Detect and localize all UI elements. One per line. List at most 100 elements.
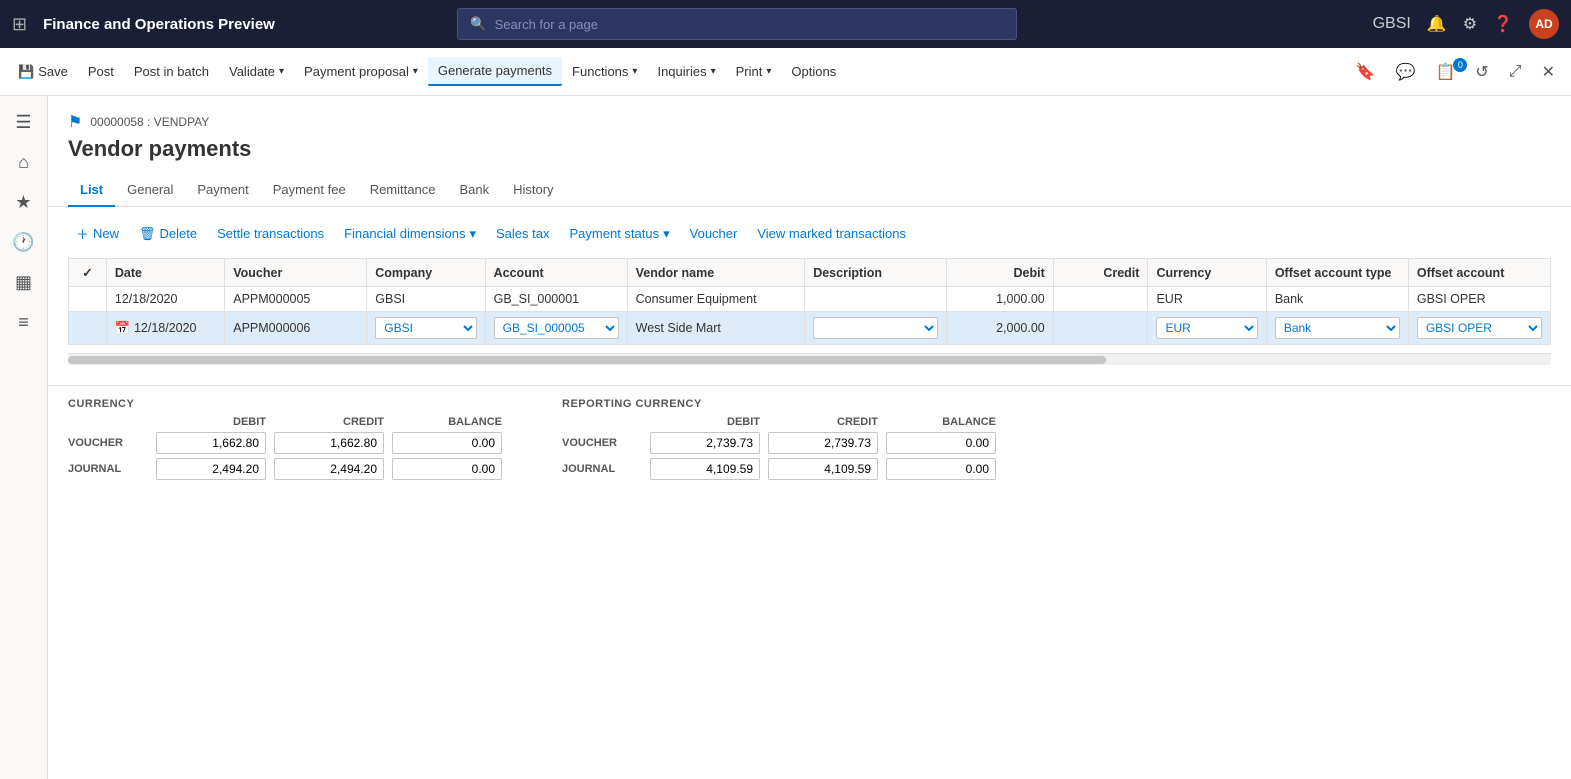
- reporting-journal-balance[interactable]: [886, 458, 996, 480]
- reporting-voucher-debit[interactable]: [650, 432, 760, 454]
- sidebar-home[interactable]: ⌂: [6, 144, 42, 180]
- row2-offset-account-type[interactable]: Bank: [1266, 312, 1408, 345]
- row2-description[interactable]: [805, 312, 947, 345]
- post-button[interactable]: Post: [78, 58, 124, 85]
- reporting-journal-credit[interactable]: [768, 458, 878, 480]
- row2-offset-account[interactable]: GBSI OPER: [1408, 312, 1550, 345]
- row2-account-select[interactable]: GB_SI_000005: [494, 317, 619, 339]
- table-row[interactable]: 📅 12/18/2020 APPM000006 GBSI GB_SI_00000…: [69, 312, 1551, 345]
- row1-vendor-name: Consumer Equipment: [627, 287, 805, 312]
- functions-button[interactable]: Functions ▾: [562, 58, 647, 85]
- reporting-voucher-credit[interactable]: [768, 432, 878, 454]
- th-description[interactable]: Description: [805, 259, 947, 287]
- scrollbar-thumb[interactable]: [68, 356, 1106, 364]
- tab-remittance[interactable]: Remittance: [358, 174, 448, 207]
- row2-company-select[interactable]: GBSI: [375, 317, 476, 339]
- row1-check[interactable]: [69, 287, 107, 312]
- close-icon[interactable]: ✕: [1534, 56, 1563, 88]
- tab-payment[interactable]: Payment: [185, 174, 260, 207]
- currency-voucher-balance[interactable]: [392, 432, 502, 454]
- sidebar-hamburger[interactable]: ☰: [6, 104, 42, 140]
- row1-description: [805, 287, 947, 312]
- search-bar[interactable]: 🔍: [457, 8, 1017, 40]
- post-in-batch-button[interactable]: Post in batch: [124, 58, 219, 85]
- reporting-journal-debit[interactable]: [650, 458, 760, 480]
- th-offset-account-type[interactable]: Offset account type: [1266, 259, 1408, 287]
- row2-currency-select[interactable]: EUR: [1156, 317, 1257, 339]
- new-button[interactable]: ＋ New: [68, 219, 127, 248]
- currency-voucher-credit[interactable]: [274, 432, 384, 454]
- user-avatar[interactable]: AD: [1529, 9, 1559, 39]
- row2-oa-type-select[interactable]: Bank: [1275, 317, 1400, 339]
- badge-count: 0: [1453, 58, 1467, 72]
- financial-dimensions-chevron: ▾: [469, 226, 476, 242]
- row2-currency[interactable]: EUR: [1148, 312, 1266, 345]
- sidebar-modules[interactable]: ≡: [6, 304, 42, 340]
- currency-voucher-debit[interactable]: [156, 432, 266, 454]
- tab-bank[interactable]: Bank: [447, 174, 501, 207]
- refresh-icon[interactable]: ↺: [1467, 56, 1496, 88]
- financial-dimensions-button[interactable]: Financial dimensions ▾: [336, 221, 484, 247]
- view-marked-button[interactable]: View marked transactions: [749, 221, 914, 246]
- sidebar-recent[interactable]: 🕐: [6, 224, 42, 260]
- comment-icon[interactable]: 💬: [1388, 56, 1424, 88]
- reporting-voucher-balance[interactable]: [886, 432, 996, 454]
- journal-label: JOURNAL: [68, 463, 148, 475]
- notification-badge[interactable]: 📋 0: [1427, 62, 1463, 82]
- sidebar-workspaces[interactable]: ▦: [6, 264, 42, 300]
- toolbar: ＋ New 🗑 Delete Settle transactions Finan…: [68, 219, 1551, 248]
- currency-journal-credit[interactable]: [274, 458, 384, 480]
- options-button[interactable]: Options: [781, 58, 846, 85]
- th-debit[interactable]: Debit: [947, 259, 1054, 287]
- th-date[interactable]: Date: [106, 259, 224, 287]
- row1-currency: EUR: [1148, 287, 1266, 312]
- settle-transactions-button[interactable]: Settle transactions: [209, 221, 332, 246]
- row2-company[interactable]: GBSI: [367, 312, 485, 345]
- table-row[interactable]: 12/18/2020 APPM000005 GBSI GB_SI_000001 …: [69, 287, 1551, 312]
- th-vendor-name[interactable]: Vendor name: [627, 259, 805, 287]
- payment-proposal-button[interactable]: Payment proposal ▾: [294, 58, 428, 85]
- validate-button[interactable]: Validate ▾: [219, 58, 294, 85]
- th-offset-account[interactable]: Offset account: [1408, 259, 1550, 287]
- reporting-debit-header: DEBIT: [650, 416, 760, 428]
- row2-check[interactable]: [69, 312, 107, 345]
- search-input[interactable]: [495, 17, 1005, 32]
- delete-button[interactable]: 🗑 Delete: [131, 221, 205, 247]
- save-button[interactable]: 💾 Save: [8, 58, 78, 86]
- payment-status-button[interactable]: Payment status ▾: [562, 221, 678, 247]
- row1-offset-account-type: Bank: [1266, 287, 1408, 312]
- tab-list[interactable]: List: [68, 174, 115, 207]
- inquiries-button[interactable]: Inquiries ▾: [647, 58, 725, 85]
- row2-oa-select[interactable]: GBSI OPER: [1417, 317, 1542, 339]
- th-currency[interactable]: Currency: [1148, 259, 1266, 287]
- currency-title: CURRENCY: [68, 398, 502, 410]
- sales-tax-button[interactable]: Sales tax: [488, 221, 557, 246]
- tab-history[interactable]: History: [501, 174, 565, 207]
- currency-journal-balance[interactable]: [392, 458, 502, 480]
- filter-icon[interactable]: ⚑: [68, 112, 82, 132]
- grid-icon[interactable]: ⊞: [12, 14, 27, 35]
- summary-section: CURRENCY DEBIT CREDIT BALANCE VOUCHER JO…: [48, 385, 1571, 492]
- th-check[interactable]: ✓: [69, 259, 107, 287]
- tab-general[interactable]: General: [115, 174, 185, 207]
- row1-credit: [1053, 287, 1148, 312]
- tab-payment-fee[interactable]: Payment fee: [261, 174, 358, 207]
- th-account[interactable]: Account: [485, 259, 627, 287]
- expand-icon[interactable]: ⤢: [1501, 57, 1530, 87]
- print-button[interactable]: Print ▾: [726, 58, 782, 85]
- th-company[interactable]: Company: [367, 259, 485, 287]
- row2-account[interactable]: GB_SI_000005: [485, 312, 627, 345]
- currency-journal-debit[interactable]: [156, 458, 266, 480]
- gear-icon[interactable]: ⚙: [1463, 14, 1477, 34]
- help-icon[interactable]: ❓: [1493, 14, 1513, 34]
- sidebar-favorites[interactable]: ★: [6, 184, 42, 220]
- row2-description-select[interactable]: [813, 317, 938, 339]
- calendar-icon[interactable]: 📅: [115, 321, 131, 335]
- generate-payments-button[interactable]: Generate payments: [428, 57, 562, 86]
- th-voucher[interactable]: Voucher: [225, 259, 367, 287]
- horizontal-scrollbar[interactable]: [68, 353, 1551, 365]
- bookmark-icon[interactable]: 🔖: [1348, 56, 1384, 88]
- th-credit[interactable]: Credit: [1053, 259, 1148, 287]
- bell-icon[interactable]: 🔔: [1427, 14, 1447, 34]
- voucher-button[interactable]: Voucher: [682, 221, 746, 246]
